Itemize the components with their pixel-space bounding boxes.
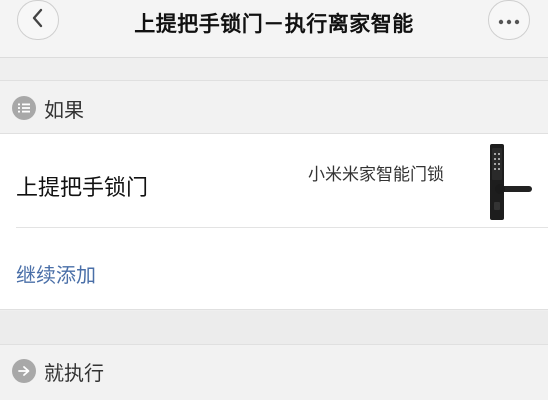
section-gap (0, 311, 548, 344)
more-horizontal-icon (498, 11, 520, 30)
page-title: 上提把手锁门－执行离家智能 (134, 12, 414, 36)
list-icon (12, 96, 36, 120)
chevron-left-icon (30, 7, 46, 33)
arrow-right-icon (12, 359, 36, 383)
scene-editor-screen: 上提把手锁门－执行离家智能 如果 上提把手锁门 小米米家智能门锁 继续添加 就执… (0, 0, 548, 400)
then-section-header: 就执行 (0, 344, 548, 400)
then-section-label: 就执行 (44, 361, 104, 385)
if-section-label: 如果 (44, 98, 84, 122)
more-button[interactable] (488, 0, 530, 40)
condition-row[interactable]: 上提把手锁门 小米米家智能门锁 (0, 134, 548, 228)
add-more-link[interactable]: 继续添加 (16, 259, 96, 288)
if-section-header: 如果 (0, 80, 548, 134)
header-bar: 上提把手锁门－执行离家智能 (0, 0, 548, 58)
condition-label: 上提把手锁门 (16, 176, 149, 201)
smart-lock-image (476, 142, 540, 222)
conditions-card: 上提把手锁门 小米米家智能门锁 继续添加 (0, 134, 548, 310)
row-divider (16, 227, 548, 228)
device-name: 小米米家智能门锁 (308, 165, 444, 185)
back-button[interactable] (17, 0, 59, 40)
